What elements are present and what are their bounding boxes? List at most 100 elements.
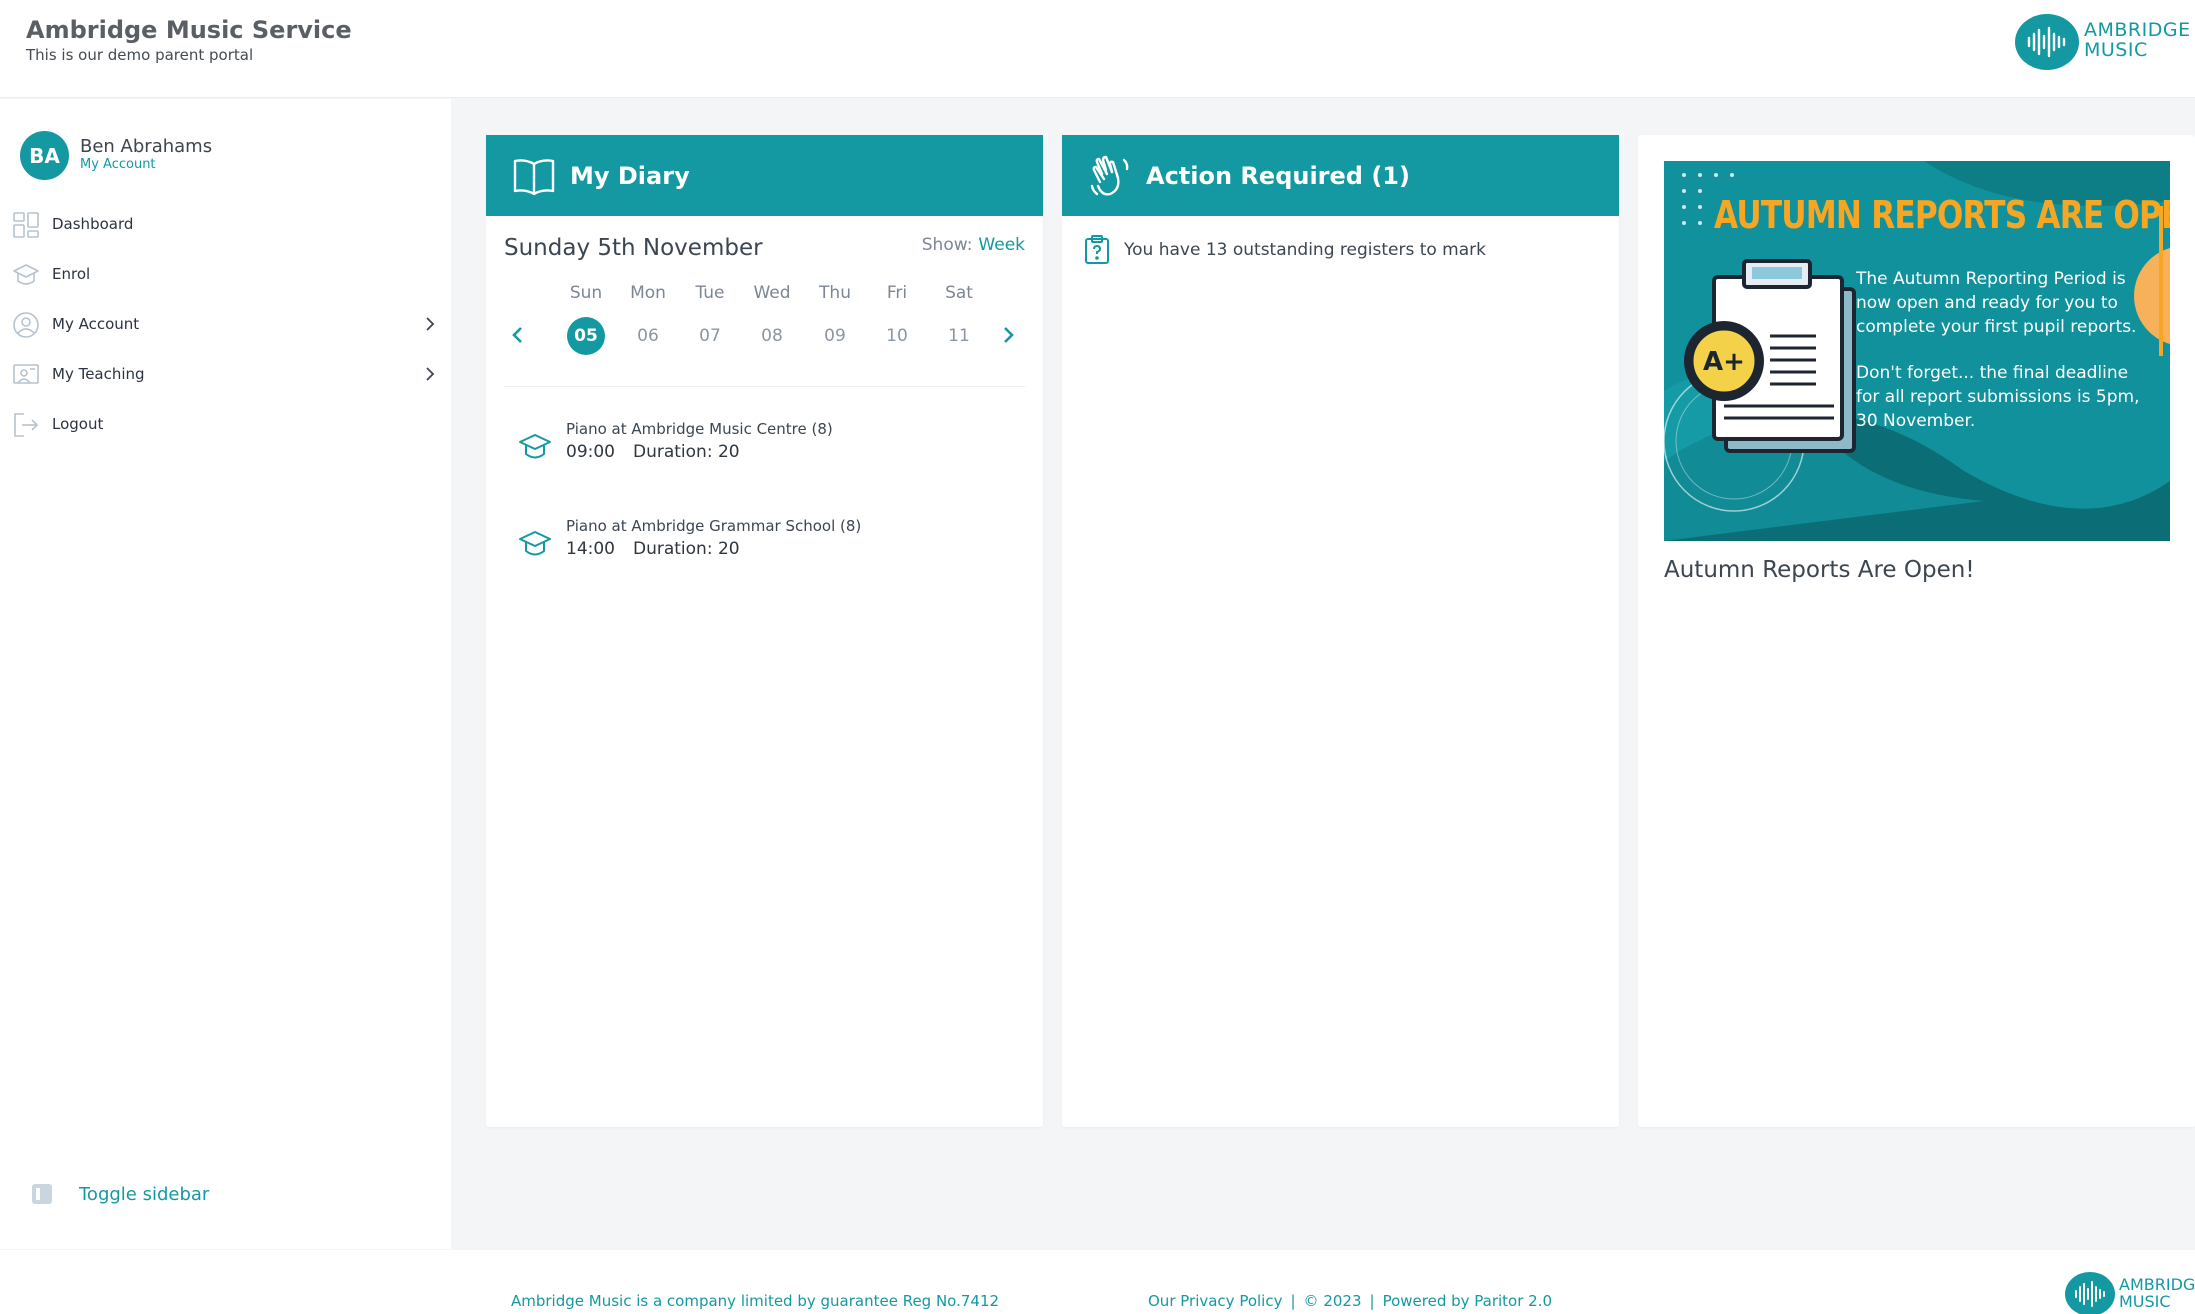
chevron-right-icon [426, 367, 435, 381]
powered-by-link[interactable]: Powered by Paritor 2.0 [1383, 1292, 1552, 1310]
action-required-card: Action Required (1) You have 13 outstand… [1062, 135, 1619, 1127]
sidebar-item-my-teaching[interactable]: My Teaching [0, 349, 451, 399]
lesson-item[interactable]: Piano at Ambridge Grammar School (8) 14:… [518, 517, 1018, 577]
sidebar-item-dashboard[interactable]: Dashboard [0, 199, 451, 249]
graduation-cap-icon [519, 434, 551, 459]
day-name: Wed [753, 283, 791, 303]
user-circle-icon [13, 312, 39, 338]
toggle-sidebar-label: Toggle sidebar [79, 1183, 210, 1205]
news-caption[interactable]: Autumn Reports Are Open! [1664, 557, 1975, 583]
footer-logo: AMBRIDGE MUSIC [2065, 1272, 2195, 1314]
soundwave-logo-icon [2015, 14, 2079, 70]
brand-logo[interactable]: AMBRIDGE MUSIC [2015, 14, 2195, 70]
news-banner-paragraph-1: The Autumn Reporting Period is now open … [1856, 269, 2137, 337]
user-account-link[interactable]: My Account [80, 157, 156, 172]
teaching-board-icon [13, 364, 39, 384]
sidebar-nav: Dashboard Enrol My Account My Teaching L… [0, 199, 451, 449]
day-date[interactable]: 06 [629, 317, 667, 355]
brand-wordmark: AMBRIDGE MUSIC [2084, 20, 2191, 60]
diary-header: My Diary [486, 135, 1043, 216]
chevron-right-icon [426, 317, 435, 331]
waving-hand-icon [1090, 155, 1129, 196]
sidebar-item-label: Dashboard [52, 215, 134, 233]
sidebar: BA Ben Abrahams My Account Dashboard Enr… [0, 99, 451, 1249]
toggle-sidebar-button[interactable]: Toggle sidebar [32, 1179, 209, 1209]
footer-links: Our Privacy Policy | © 2023 | Powered by Par… [1148, 1292, 1552, 1310]
lesson-duration: Duration: 20 [633, 442, 740, 462]
news-banner-image[interactable]: A+ AUTUMN REPORTS ARE OPEN! The Autumn R… [1664, 161, 2170, 541]
day-name: Thu [819, 283, 851, 303]
day-name: Sat [945, 283, 973, 303]
logout-icon [14, 413, 39, 437]
sidebar-item-label: My Teaching [52, 365, 145, 383]
footer-copyright: © 2023 [1303, 1292, 1362, 1310]
clipboard-question-icon [1085, 235, 1109, 264]
footer-logo-line-2: MUSIC [2119, 1292, 2171, 1311]
sidebar-item-label: My Account [52, 315, 140, 333]
day-name: Tue [695, 283, 725, 303]
dashboard-icon [13, 212, 39, 238]
show-range-value[interactable]: Week [978, 235, 1025, 255]
sidebar-toggle-icon [32, 1184, 52, 1204]
lesson-time-row: 09:00 Duration: 20 [566, 442, 740, 462]
lesson-time-row: 14:00 Duration: 20 [566, 539, 740, 559]
day-name: Sun [569, 283, 603, 303]
graduation-cap-icon [13, 264, 39, 285]
diary-card: My Diary Sunday 5th November Show: Week S… [486, 135, 1043, 1127]
lesson-time: 14:00 [566, 539, 615, 559]
week-selector: Sun Mon Tue Wed Thu Fri Sat 05 06 07 08 … [504, 283, 1024, 365]
brand-line-2: MUSIC [2084, 39, 2148, 61]
diary-title: My Diary [570, 161, 690, 190]
soundwave-logo-icon [2065, 1272, 2115, 1314]
diary-current-date: Sunday 5th November [504, 235, 763, 261]
sidebar-item-enrol[interactable]: Enrol [0, 249, 451, 299]
day-date-selected[interactable]: 05 [567, 317, 605, 355]
site-subtitle: This is our demo parent portal [26, 46, 254, 64]
footer-separator: | [1369, 1292, 1375, 1310]
chevron-left-icon[interactable] [508, 323, 528, 347]
privacy-policy-link[interactable]: Our Privacy Policy [1148, 1292, 1282, 1310]
chevron-right-icon[interactable] [998, 323, 1018, 347]
lesson-duration: Duration: 20 [633, 539, 740, 559]
footer-company-text: Ambridge Music is a company limited by g… [511, 1292, 1000, 1310]
site-title: Ambridge Music Service [26, 16, 352, 44]
badge-label: A+ [1703, 347, 1745, 377]
footer-logo-line-1: AMBRIDGE [2119, 1275, 2195, 1294]
lesson-time: 09:00 [566, 442, 615, 462]
action-item[interactable]: You have 13 outstanding registers to mar… [1084, 235, 1486, 265]
footer-wordmark: AMBRIDGE MUSIC [2119, 1276, 2195, 1310]
day-date[interactable]: 10 [878, 317, 916, 355]
day-name: Mon [630, 283, 666, 303]
open-book-icon [513, 158, 555, 195]
action-required-title: Action Required (1) [1146, 161, 1410, 190]
day-date[interactable]: 09 [816, 317, 854, 355]
top-bar: Ambridge Music Service This is our demo … [0, 0, 2195, 98]
show-range-toggle[interactable]: Show: Week [922, 235, 1025, 255]
show-label: Show: [921, 235, 973, 255]
footer: Ambridge Music is a company limited by g… [0, 1250, 2195, 1314]
day-name: Fri [886, 283, 908, 303]
footer-separator: | [1290, 1292, 1296, 1310]
avatar: BA [20, 131, 69, 180]
lesson-title: Piano at Ambridge Grammar School (8) [566, 517, 862, 535]
day-date[interactable]: 11 [940, 317, 978, 355]
sidebar-item-my-account[interactable]: My Account [0, 299, 451, 349]
news-banner-body: The Autumn Reporting Period is now open … [1856, 267, 2146, 433]
sidebar-item-label: Logout [52, 415, 104, 433]
user-name: Ben Abrahams [80, 136, 213, 157]
day-date[interactable]: 08 [753, 317, 791, 355]
lesson-title: Piano at Ambridge Music Centre (8) [566, 420, 833, 438]
divider [504, 386, 1025, 387]
news-banner-headline: AUTUMN REPORTS ARE OPEN! [1714, 193, 2170, 237]
graduation-cap-icon [519, 531, 551, 556]
news-card: A+ AUTUMN REPORTS ARE OPEN! The Autumn R… [1638, 135, 2195, 1127]
sidebar-item-logout[interactable]: Logout [0, 399, 451, 449]
action-required-header: Action Required (1) [1062, 135, 1619, 216]
brand-line-1: AMBRIDGE [2084, 19, 2191, 41]
sidebar-item-label: Enrol [52, 265, 91, 283]
action-item-text: You have 13 outstanding registers to mar… [1124, 240, 1486, 260]
user-card[interactable]: BA Ben Abrahams My Account [20, 131, 420, 181]
news-banner-paragraph-2: Don't forget... the final deadline for a… [1856, 363, 2140, 431]
day-date[interactable]: 07 [691, 317, 729, 355]
lesson-item[interactable]: Piano at Ambridge Music Centre (8) 09:00… [518, 420, 1018, 480]
